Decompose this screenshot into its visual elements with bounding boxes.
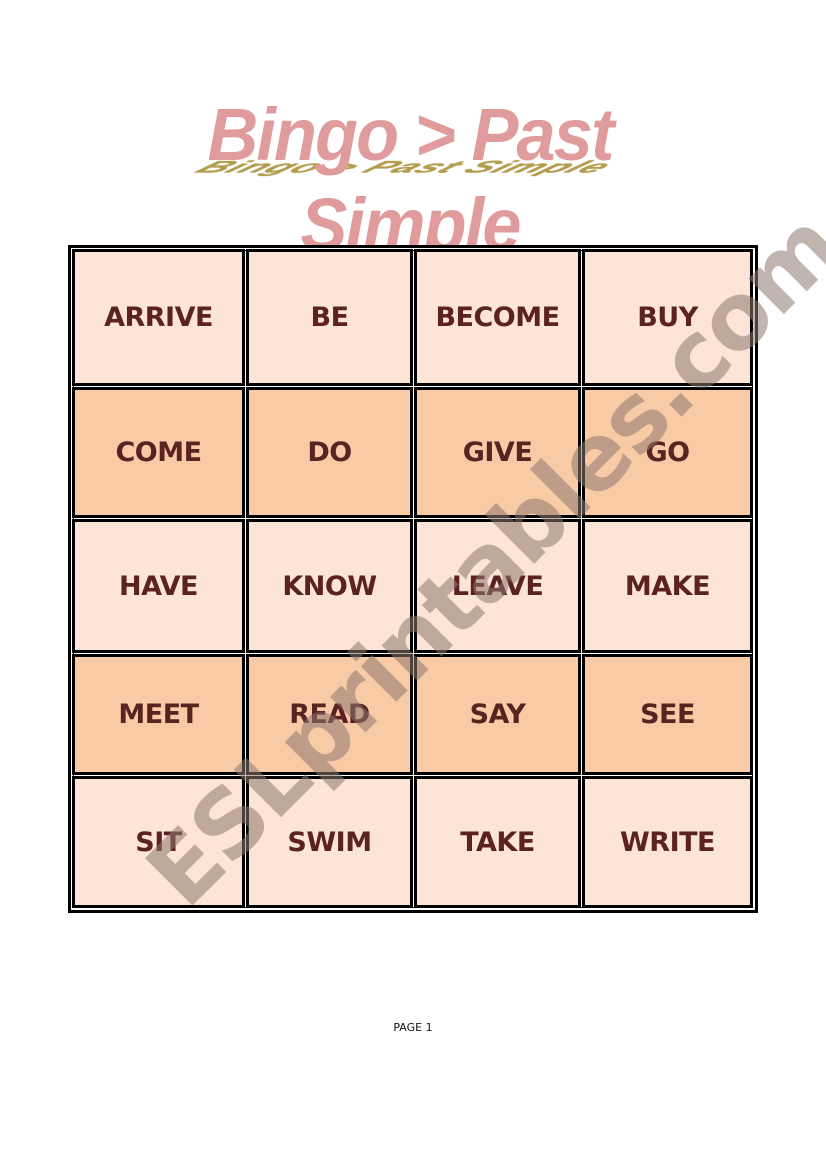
bingo-cell: KNOW (246, 519, 413, 653)
bingo-cell: LEAVE (414, 519, 581, 653)
bingo-cell: MAKE (582, 519, 753, 653)
bingo-cell: GIVE (414, 387, 581, 518)
bingo-word: READ (289, 699, 370, 730)
bingo-word: SEE (640, 699, 695, 730)
bingo-word: MAKE (624, 570, 711, 602)
bingo-cell: SEE (582, 654, 753, 775)
bingo-cell: HAVE (72, 519, 245, 653)
bingo-word: GIVE (462, 437, 533, 468)
bingo-word: BUY (637, 302, 698, 333)
bingo-cell: TAKE (414, 776, 581, 908)
bingo-word: SAY (469, 699, 526, 730)
bingo-cell: BE (246, 249, 413, 386)
bingo-word: SIT (135, 826, 182, 858)
bingo-word: DO (307, 437, 352, 468)
bingo-cell: READ (246, 654, 413, 775)
worksheet-title-art: Bingo > Past Simple Bingo > Past Simple (120, 90, 700, 266)
bingo-cell: COME (72, 387, 245, 518)
page-number: PAGE 1 (393, 1021, 433, 1034)
bingo-cell: MEET (72, 654, 245, 775)
bingo-grid: ARRIVE BE BECOME BUY COME DO GIVE GO HAVE KNOW LEA… (68, 245, 758, 913)
bingo-word: ARRIVE (104, 302, 213, 333)
worksheet-title: Bingo > Past Simple (207, 93, 615, 266)
bingo-cell: BUY (582, 249, 753, 386)
bingo-word: GO (645, 437, 690, 468)
bingo-word: SWIM (287, 826, 372, 858)
bingo-word: WRITE (620, 826, 715, 858)
bingo-cell: SAY (414, 654, 581, 775)
bingo-cell: GO (582, 387, 753, 518)
bingo-word: KNOW (282, 570, 377, 602)
bingo-cell: WRITE (582, 776, 753, 908)
bingo-cell: SWIM (246, 776, 413, 908)
bingo-cell: SIT (72, 776, 245, 908)
bingo-cell: ARRIVE (72, 249, 245, 386)
bingo-word: BECOME (435, 302, 560, 333)
bingo-cell: DO (246, 387, 413, 518)
bingo-word: HAVE (119, 570, 199, 602)
bingo-word: LEAVE (451, 570, 544, 602)
bingo-word: BE (310, 302, 349, 333)
bingo-word: COME (115, 437, 202, 468)
bingo-word: TAKE (460, 826, 535, 858)
bingo-cell: BECOME (414, 249, 581, 386)
bingo-word: MEET (118, 699, 199, 730)
